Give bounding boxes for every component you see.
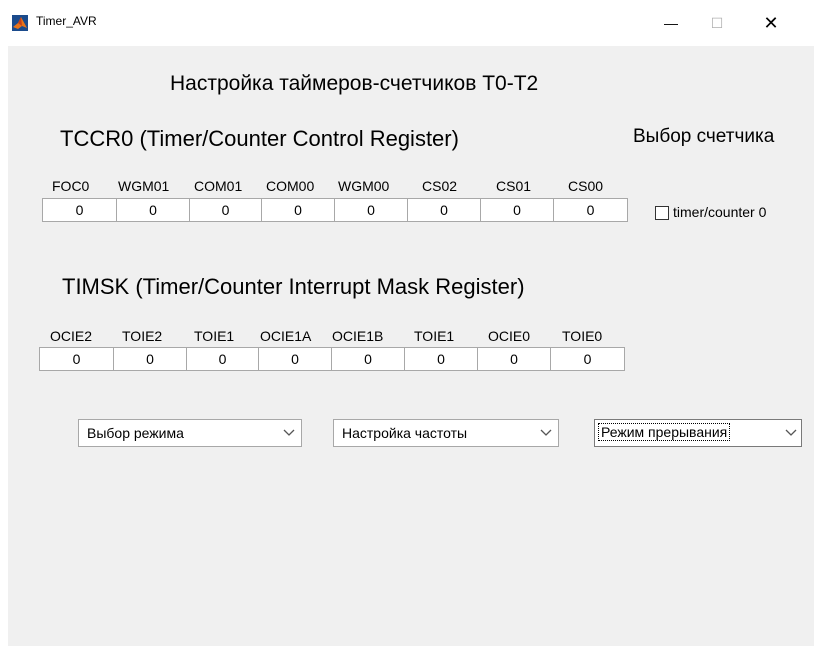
counter-select-title: Выбор счетчика: [633, 126, 775, 147]
figure-panel: Настройка таймеров-счетчиков T0-T2 TCCR0…: [8, 46, 814, 646]
chevron-down-icon: [781, 420, 801, 446]
tccr0-bit-label: COM00: [266, 178, 315, 194]
tccr0-bit-label: FOC0: [52, 178, 90, 194]
timer-counter-0-label: timer/counter 0: [673, 204, 767, 220]
tccr0-bit-label: CS00: [568, 178, 604, 194]
tccr0-bit-field[interactable]: 0: [261, 198, 335, 222]
timer-counter-0-checkbox[interactable]: [655, 206, 669, 220]
chevron-down-icon: [534, 420, 558, 446]
timsk-bit-label: TOIE2: [122, 328, 163, 344]
interrupt-mode-select[interactable]: Режим прерывания: [594, 419, 802, 447]
tccr0-bit-field[interactable]: 0: [42, 198, 117, 222]
timsk-title: TIMSK (Timer/Counter Interrupt Mask Regi…: [62, 274, 525, 299]
timsk-bit-field[interactable]: 0: [477, 347, 551, 371]
interrupt-mode-select-value: Режим прерывания: [597, 423, 731, 441]
frequency-select[interactable]: Настройка частоты: [333, 419, 559, 447]
timsk-bit-label: TOIE0: [562, 328, 603, 344]
timsk-bit-label: OCIE0: [488, 328, 531, 344]
timsk-bit-field[interactable]: 0: [404, 347, 478, 371]
tccr0-title: TCCR0 (Timer/Counter Control Register): [60, 126, 459, 151]
close-icon: ✕: [763, 12, 779, 33]
timsk-bit-field[interactable]: 0: [186, 347, 259, 371]
tccr0-bit-label: CS01: [496, 178, 532, 194]
close-button[interactable]: ✕: [748, 0, 794, 46]
timsk-bit-label: TOIE1: [414, 328, 455, 344]
tccr0-bit-field[interactable]: 0: [189, 198, 262, 222]
maximize-button[interactable]: ☐: [694, 0, 740, 46]
mode-select[interactable]: Выбор режима: [78, 419, 302, 447]
tccr0-bit-field[interactable]: 0: [334, 198, 408, 222]
timsk-bit-label: OCIE2: [50, 328, 93, 344]
timsk-bit-field[interactable]: 0: [331, 347, 405, 371]
tccr0-bit-label: WGM00: [338, 178, 390, 194]
minimize-button[interactable]: —: [648, 0, 694, 46]
timsk-bit-field[interactable]: 0: [39, 347, 114, 371]
timsk-bit-field[interactable]: 0: [258, 347, 332, 371]
page-title: Настройка таймеров-счетчиков T0-T2: [170, 72, 539, 95]
title-bar: Timer_AVR — ☐ ✕: [0, 0, 814, 46]
tccr0-bit-label: WGM01: [118, 178, 170, 194]
matlab-app-icon: [12, 15, 28, 31]
timsk-bit-field[interactable]: 0: [113, 347, 187, 371]
timsk-bit-label: OCIE1A: [260, 328, 312, 344]
tccr0-bit-field[interactable]: 0: [553, 198, 628, 222]
tccr0-bit-label: COM01: [194, 178, 243, 194]
timsk-bit-field[interactable]: 0: [550, 347, 625, 371]
tccr0-bit-field[interactable]: 0: [407, 198, 481, 222]
window-title: Timer_AVR: [36, 14, 97, 28]
minimize-icon: —: [664, 15, 678, 31]
frequency-select-value: Настройка частоты: [342, 425, 468, 441]
tccr0-bit-label: CS02: [422, 178, 458, 194]
timsk-bit-label: OCIE1B: [332, 328, 384, 344]
tccr0-bit-field[interactable]: 0: [480, 198, 554, 222]
tccr0-bit-field[interactable]: 0: [116, 198, 190, 222]
maximize-icon: ☐: [710, 14, 724, 31]
timsk-bit-label: TOIE1: [194, 328, 235, 344]
mode-select-value: Выбор режима: [87, 425, 184, 441]
chevron-down-icon: [277, 420, 301, 446]
